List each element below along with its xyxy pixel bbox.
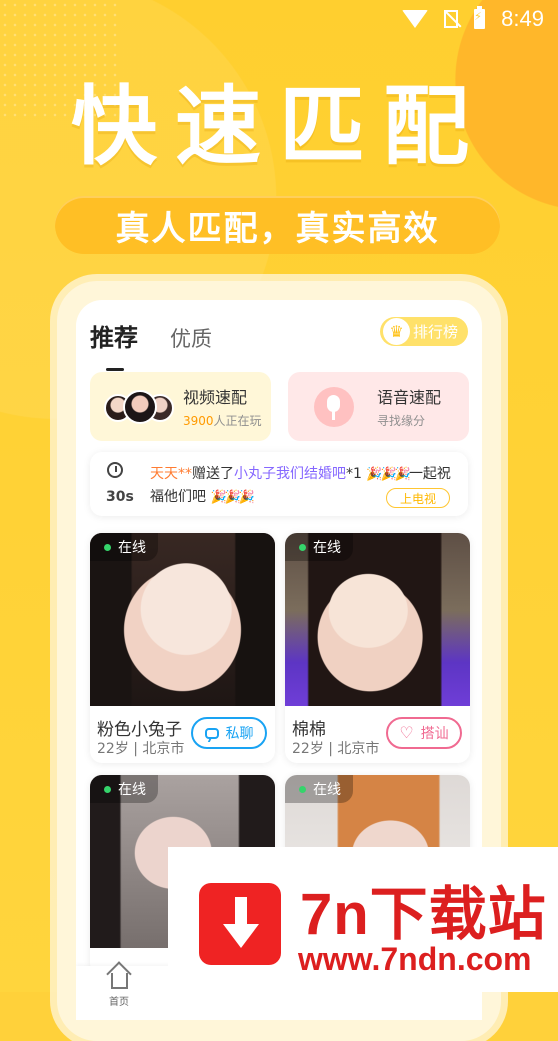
hero-subtitle: 真人匹配，真实高效 bbox=[55, 196, 500, 254]
voice-match-card[interactable]: 语音速配 寻找缘分 bbox=[288, 372, 469, 441]
user-meta: 22岁 | 北京市 bbox=[97, 741, 185, 757]
online-dot-icon bbox=[299, 543, 306, 551]
ranking-label: 排行榜 bbox=[412, 323, 458, 341]
greet-label: 搭讪 bbox=[420, 726, 449, 742]
ranking-button[interactable]: ♛ 排行榜 bbox=[380, 317, 468, 346]
user-name: 棉棉 bbox=[292, 720, 326, 740]
private-chat-label: 私聊 bbox=[225, 726, 254, 742]
voice-match-subtitle: 寻找缘分 bbox=[377, 414, 426, 428]
video-match-title: 视频速配 bbox=[183, 388, 248, 407]
online-label: 在线 bbox=[313, 540, 341, 556]
online-badge: 在线 bbox=[285, 533, 353, 561]
gift-line2: 福他们吧 bbox=[150, 489, 206, 505]
greet-button[interactable]: ♡ 搭讪 bbox=[386, 717, 462, 749]
status-time: 8:49 bbox=[501, 6, 544, 31]
user-card[interactable]: 在线 棉棉 22岁 | 北京市 ♡ 搭讪 bbox=[285, 533, 470, 763]
gift-count: *1 bbox=[346, 466, 362, 482]
online-badge: 在线 bbox=[285, 775, 353, 803]
tab-quality[interactable]: 优质 bbox=[170, 323, 212, 353]
home-label: 首页 bbox=[109, 997, 129, 1008]
playing-count: 3900 bbox=[183, 414, 214, 428]
gift-notice: 30s 天天**赠送了小丸子我们结婚吧*1 🎉🎉🎉一起祝 福他们吧 🎉🎉🎉 上电… bbox=[90, 452, 468, 516]
user-photo[interactable]: 在线 bbox=[90, 533, 275, 706]
home-icon bbox=[110, 973, 128, 989]
online-dot-icon bbox=[104, 785, 111, 793]
online-label: 在线 bbox=[313, 782, 341, 798]
watermark-url: www.7ndn.com bbox=[298, 941, 532, 977]
online-label: 在线 bbox=[118, 782, 146, 798]
party-icon: 🎉🎉🎉 bbox=[366, 467, 411, 482]
video-match-subtitle: 3900人正在玩 bbox=[183, 412, 262, 429]
gift-recipient: 小丸子我们结婚吧 bbox=[234, 466, 346, 482]
hero-title: 快速匹配 bbox=[71, 79, 487, 175]
avatar bbox=[123, 389, 157, 424]
timer-icon bbox=[107, 462, 123, 478]
wifi-icon bbox=[402, 10, 429, 28]
user-photo[interactable]: 在线 bbox=[285, 533, 470, 706]
battery-charging-icon bbox=[474, 6, 486, 29]
voice-match-title: 语音速配 bbox=[377, 388, 442, 407]
microphone-icon bbox=[314, 386, 354, 427]
tab-recommend[interactable]: 推荐 bbox=[90, 318, 138, 371]
watermark-banner: 7n下载站 www.7ndn.com bbox=[168, 847, 558, 992]
playing-label: 人正在玩 bbox=[213, 414, 262, 428]
party-icon: 🎉🎉🎉 bbox=[210, 490, 255, 505]
chat-icon bbox=[204, 727, 219, 739]
home-tab[interactable]: 首页 bbox=[104, 973, 134, 1008]
watermark-title: 7n下载站 bbox=[300, 882, 547, 947]
user-meta: 22岁 | 北京市 bbox=[292, 741, 380, 757]
gift-sent: 赠送了 bbox=[192, 466, 234, 482]
user-card[interactable]: 在线 粉色小兔子 22岁 | 北京市 私聊 bbox=[90, 533, 275, 763]
gift-end: 一起祝 bbox=[408, 466, 451, 482]
online-label: 在线 bbox=[118, 540, 146, 556]
main-tabs: 推荐 优质 bbox=[90, 318, 212, 371]
trophy-icon: ♛ bbox=[383, 318, 410, 345]
online-badge: 在线 bbox=[90, 533, 158, 561]
user-name: 粉色小兔子 bbox=[97, 720, 182, 740]
status-bar: 8:49 bbox=[0, 0, 558, 38]
voice-match-text: 语音速配 寻找缘分 bbox=[377, 384, 441, 429]
video-match-card[interactable]: 视频速配 3900人正在玩 bbox=[90, 372, 271, 441]
download-icon bbox=[199, 883, 281, 965]
timer-text: 30s bbox=[106, 489, 134, 505]
on-tv-button[interactable]: 上电视 bbox=[386, 488, 450, 508]
heart-icon: ♡ bbox=[399, 723, 414, 742]
online-dot-icon bbox=[104, 543, 111, 551]
avatar-group-icon bbox=[104, 387, 178, 427]
private-chat-button[interactable]: 私聊 bbox=[191, 717, 267, 749]
gift-sender: 天天** bbox=[150, 466, 192, 482]
no-sim-icon bbox=[444, 10, 459, 28]
online-dot-icon bbox=[299, 785, 306, 793]
video-match-text: 视频速配 3900人正在玩 bbox=[183, 384, 262, 429]
online-badge: 在线 bbox=[90, 775, 158, 803]
